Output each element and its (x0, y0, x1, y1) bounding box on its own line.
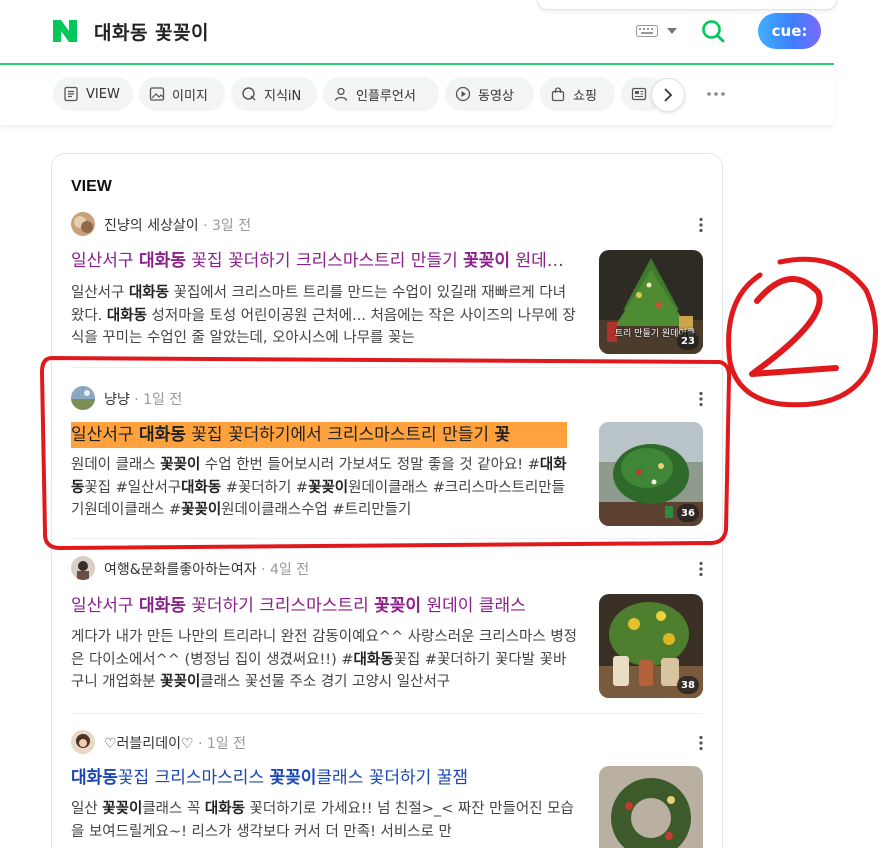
result-thumbnail[interactable]: 트리 만들기 원데이클 23 (599, 250, 703, 354)
tab-label: 지식iN (264, 88, 302, 104)
author-name[interactable]: ♡러블리데이♡ (104, 736, 194, 752)
list-item: 진냥의 세상살이 · 3일 전 일산서구 대화동 꽃집 꽃더하기 크리스마스트리… (52, 212, 722, 362)
image-count-badge: 23 (677, 332, 699, 350)
tab-label: VIEW (86, 86, 120, 102)
naver-logo-icon[interactable] (53, 20, 77, 42)
news-icon (631, 87, 647, 101)
section-title: VIEW (71, 178, 112, 195)
author-line[interactable]: 냥냥 · 1일 전 (104, 389, 182, 409)
author-name[interactable]: 냥냥 (104, 392, 130, 408)
image-icon (149, 87, 165, 101)
post-date: · 3일 전 (198, 218, 252, 234)
result-title[interactable]: 일산서구 대화동 꽃집 꽃더하기 크리스마스트리 만들기 꽃꽂이 원데이클래스 (71, 248, 571, 274)
view-section-card: VIEW 진냥의 세상살이 · 3일 전 일산서구 대화동 꽃집 꽃더하기 크리… (51, 153, 723, 848)
list-item: ♡러블리데이♡ · 1일 전 대화동꽃집 크리스마스리스 꽃꽂이클래스 꽃더하기… (52, 730, 722, 848)
keyboard-icon[interactable] (636, 25, 658, 37)
more-vertical-icon[interactable] (698, 391, 704, 407)
q-icon (242, 87, 256, 101)
search-icon[interactable] (701, 19, 725, 43)
image-count-badge: 38 (677, 676, 699, 694)
play-icon (455, 86, 471, 102)
tab-images[interactable]: 이미지 (139, 77, 225, 111)
person-icon (334, 87, 348, 101)
cue-button[interactable]: cue: (758, 13, 821, 49)
document-icon (64, 86, 78, 102)
more-vertical-icon[interactable] (698, 735, 704, 751)
more-vertical-icon[interactable] (698, 561, 704, 577)
chevron-right-icon (664, 88, 673, 102)
chevron-down-icon[interactable] (667, 28, 677, 35)
list-item: 냥냥 · 1일 전 일산서구 대화동 꽃집 꽃더하기에서 크리스마스트리 만들기… (52, 386, 722, 536)
tab-label: 인플루언서 (356, 88, 416, 104)
author-name[interactable]: 여행&문화를좋아하는여자 (104, 562, 257, 578)
tabs-next-button[interactable] (651, 78, 685, 112)
divider (71, 713, 703, 714)
author-line[interactable]: 진냥의 세상살이 · 3일 전 (104, 215, 251, 235)
tab-label: 이미지 (172, 88, 208, 104)
author-name[interactable]: 진냥의 세상살이 (104, 218, 199, 234)
result-description: 게다가 내가 만든 나만의 트리라니 완전 감동이예요^^ 사랑스러운 크리스마… (71, 629, 577, 690)
tab-kin[interactable]: 지식iN (231, 77, 317, 111)
divider (71, 538, 703, 539)
result-title[interactable]: 일산서구 대화동 꽃더하기 크리스마스트리 꽃꽂이 원데이 클래스 (71, 593, 571, 619)
avatar[interactable] (71, 386, 95, 410)
image-count-badge: 36 (677, 504, 699, 522)
divider (71, 367, 703, 368)
more-horizontal-icon[interactable] (705, 87, 727, 101)
tab-view[interactable]: VIEW (53, 77, 133, 111)
result-title[interactable]: 대화동꽃집 크리스마스리스 꽃꽂이클래스 꽃더하기 꿀잼 (71, 765, 571, 791)
search-tabs: VIEW 이미지 지식iN 인플루언서 동영상 쇼핑 (0, 65, 834, 125)
tab-label: 쇼핑 (573, 88, 597, 104)
result-description: 일산서구 대화동 꽃집에서 크리스마트 트리를 만드는 수업이 있길래 재빠르게… (71, 285, 576, 346)
result-description: 원데이 클래스 꽃꽂이 수업 한번 들어보시러 가보셔도 정말 좋을 것 같아요… (71, 457, 567, 518)
result-thumbnail[interactable]: 38 (599, 594, 703, 698)
author-line[interactable]: ♡러블리데이♡ · 1일 전 (104, 733, 246, 753)
search-results-page: 대화동 꽃꽂이 cue: VIEW 이미지 지식iN 인플루언서 동영상 쇼핑 … (0, 0, 882, 848)
result-thumbnail[interactable]: 36 (599, 422, 703, 526)
author-line[interactable]: 여행&문화를좋아하는여자 · 4일 전 (104, 559, 309, 579)
list-item: 여행&문화를좋아하는여자 · 4일 전 일산서구 대화동 꽃더하기 크리스마스트… (52, 556, 722, 706)
tab-shopping[interactable]: 쇼핑 (540, 77, 615, 111)
tab-influencer[interactable]: 인플루언서 (323, 77, 439, 111)
search-query[interactable]: 대화동 꽃꽂이 (94, 18, 209, 45)
bag-icon (551, 87, 565, 102)
result-thumbnail[interactable] (599, 766, 703, 848)
post-date: · 1일 전 (193, 736, 246, 752)
avatar[interactable] (71, 556, 95, 580)
result-description: 일산 꽃꽂이클래스 꼭 대화동 꽃더하기로 가세요!! 넘 친절>_< 짜잔 만… (71, 801, 574, 840)
avatar[interactable] (71, 212, 95, 236)
post-date: · 4일 전 (256, 562, 310, 578)
search-header: 대화동 꽃꽂이 cue: (0, 0, 834, 65)
more-vertical-icon[interactable] (698, 217, 704, 233)
result-title[interactable]: 일산서구 대화동 꽃집 꽃더하기에서 크리스마스트리 만들기 꽃 (71, 422, 567, 448)
avatar[interactable] (71, 730, 95, 754)
post-date: · 1일 전 (129, 392, 183, 408)
tab-label: 동영상 (478, 88, 514, 104)
tab-video[interactable]: 동영상 (445, 77, 534, 111)
